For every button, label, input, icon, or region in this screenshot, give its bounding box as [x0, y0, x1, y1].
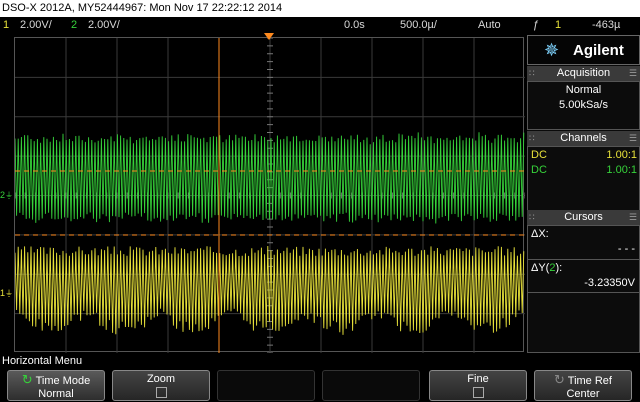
fine-checkbox[interactable] — [472, 387, 484, 398]
acquisition-header[interactable]: ∷ Acquisition ☰ — [527, 66, 640, 81]
softkey-title: Time Ref — [567, 375, 612, 387]
softkey-title: Time Mode — [35, 375, 91, 387]
acquisition-title: Acquisition — [556, 67, 611, 79]
channel-probe: 1.00:1 — [606, 164, 637, 176]
delta-x-label: ΔX: — [531, 228, 549, 240]
channels-body: DC 1.00:1 DC 1.00:1 — [527, 146, 640, 212]
cursors-body: ΔX: - - - ΔY(2): -3.23350V — [527, 225, 640, 353]
softkey-title-row: ↻ Time Ref — [535, 373, 631, 388]
channels-title: Channels — [560, 132, 607, 144]
delta-y-value: -3.23350V — [584, 277, 635, 289]
cycle-icon: ↻ — [554, 372, 565, 387]
time-mode-softkey[interactable]: ↻ Time Mode Normal — [7, 370, 105, 401]
window-title: DSO-X 2012A, MY52444967: Mon Nov 17 22:2… — [0, 0, 640, 17]
softkey-title: Zoom — [146, 373, 176, 385]
channels-header[interactable]: ∷ Channels ☰ — [527, 131, 640, 146]
waveform-traces — [15, 132, 525, 335]
menu-icon: ☰ — [628, 133, 637, 143]
ch1-number[interactable]: 1 — [3, 17, 9, 33]
time-delay[interactable]: 0.0s — [344, 17, 365, 33]
softkey-value: Normal — [38, 388, 74, 400]
menu-icon: ☰ — [628, 212, 637, 222]
ch2-ground-marker[interactable]: 2⏚ — [0, 189, 13, 201]
blank-softkey-3 — [217, 370, 315, 401]
drag-grip-icon: ∷ — [529, 212, 535, 222]
ch2-number[interactable]: 2 — [71, 17, 77, 33]
acquisition-mode: Normal — [565, 84, 602, 96]
time-scale[interactable]: 500.0µ/ — [400, 17, 437, 33]
softkey-value: Center — [566, 388, 600, 400]
trigger-edge-icon: ƒ — [533, 19, 540, 31]
drag-grip-icon: ∷ — [529, 68, 535, 78]
delta-y-prefix: ΔY( — [531, 262, 550, 274]
zoom-checkbox[interactable] — [155, 387, 167, 398]
delta-y-suffix: ): — [555, 262, 563, 274]
cursor-divider — [528, 292, 639, 293]
cursor-divider — [528, 259, 639, 260]
softkey-title-row: ↻ Time Mode — [8, 373, 104, 388]
blank-softkey-4 — [322, 370, 420, 401]
acquisition-body: Normal 5.00kSa/s — [527, 81, 640, 130]
status-bar: 1 2.00V/ 2 2.00V/ 0.0s 500.0µ/ Auto ƒ 1 … — [0, 17, 640, 33]
sample-rate: 5.00kSa/s — [559, 99, 608, 111]
delta-x-value: - - - — [617, 243, 635, 255]
cursors-title: Cursors — [564, 211, 603, 223]
channel-coupling: DC — [531, 149, 547, 161]
channel-row-2[interactable]: DC 1.00:1 — [531, 164, 637, 178]
trigger-level[interactable]: -463µ — [592, 17, 620, 33]
ch2-scale[interactable]: 2.00V/ — [88, 17, 120, 33]
ch1-scale[interactable]: 2.00V/ — [20, 17, 52, 33]
menu-title: Horizontal Menu — [2, 355, 83, 367]
softkey-title: Fine — [467, 373, 489, 385]
trigger-mode[interactable]: Auto — [478, 17, 501, 33]
softkey-menu: Horizontal Menu ↻ Time Mode Normal Zoom … — [0, 354, 640, 402]
channel-coupling: DC — [531, 164, 547, 176]
channel-probe: 1.00:1 — [606, 149, 637, 161]
agilent-spark-icon: ✵ — [544, 40, 560, 60]
ch1-ground-marker[interactable]: 1⏚ — [0, 287, 13, 299]
cycle-icon: ↻ — [21, 372, 33, 387]
zoom-softkey[interactable]: Zoom — [112, 370, 210, 401]
menu-icon: ☰ — [628, 68, 637, 78]
time-ref-softkey[interactable]: ↻ Time Ref Center — [534, 370, 632, 401]
brand-name: Agilent — [573, 42, 624, 59]
brand-logo: ✵ Agilent — [527, 35, 640, 65]
trigger-position-marker[interactable] — [264, 33, 274, 40]
delta-y-label: ΔY(2): — [531, 262, 562, 274]
right-info-panel: ✵ Agilent ∷ Acquisition ☰ Normal 5.00kSa… — [527, 35, 640, 353]
channel-row-1[interactable]: DC 1.00:1 — [531, 149, 637, 163]
ch2-waveform — [15, 132, 525, 224]
trigger-source[interactable]: 1 — [555, 17, 561, 33]
cursors-header[interactable]: ∷ Cursors ☰ — [527, 210, 640, 225]
waveform-display[interactable] — [14, 37, 525, 353]
fine-softkey[interactable]: Fine — [429, 370, 527, 401]
drag-grip-icon: ∷ — [529, 133, 535, 143]
